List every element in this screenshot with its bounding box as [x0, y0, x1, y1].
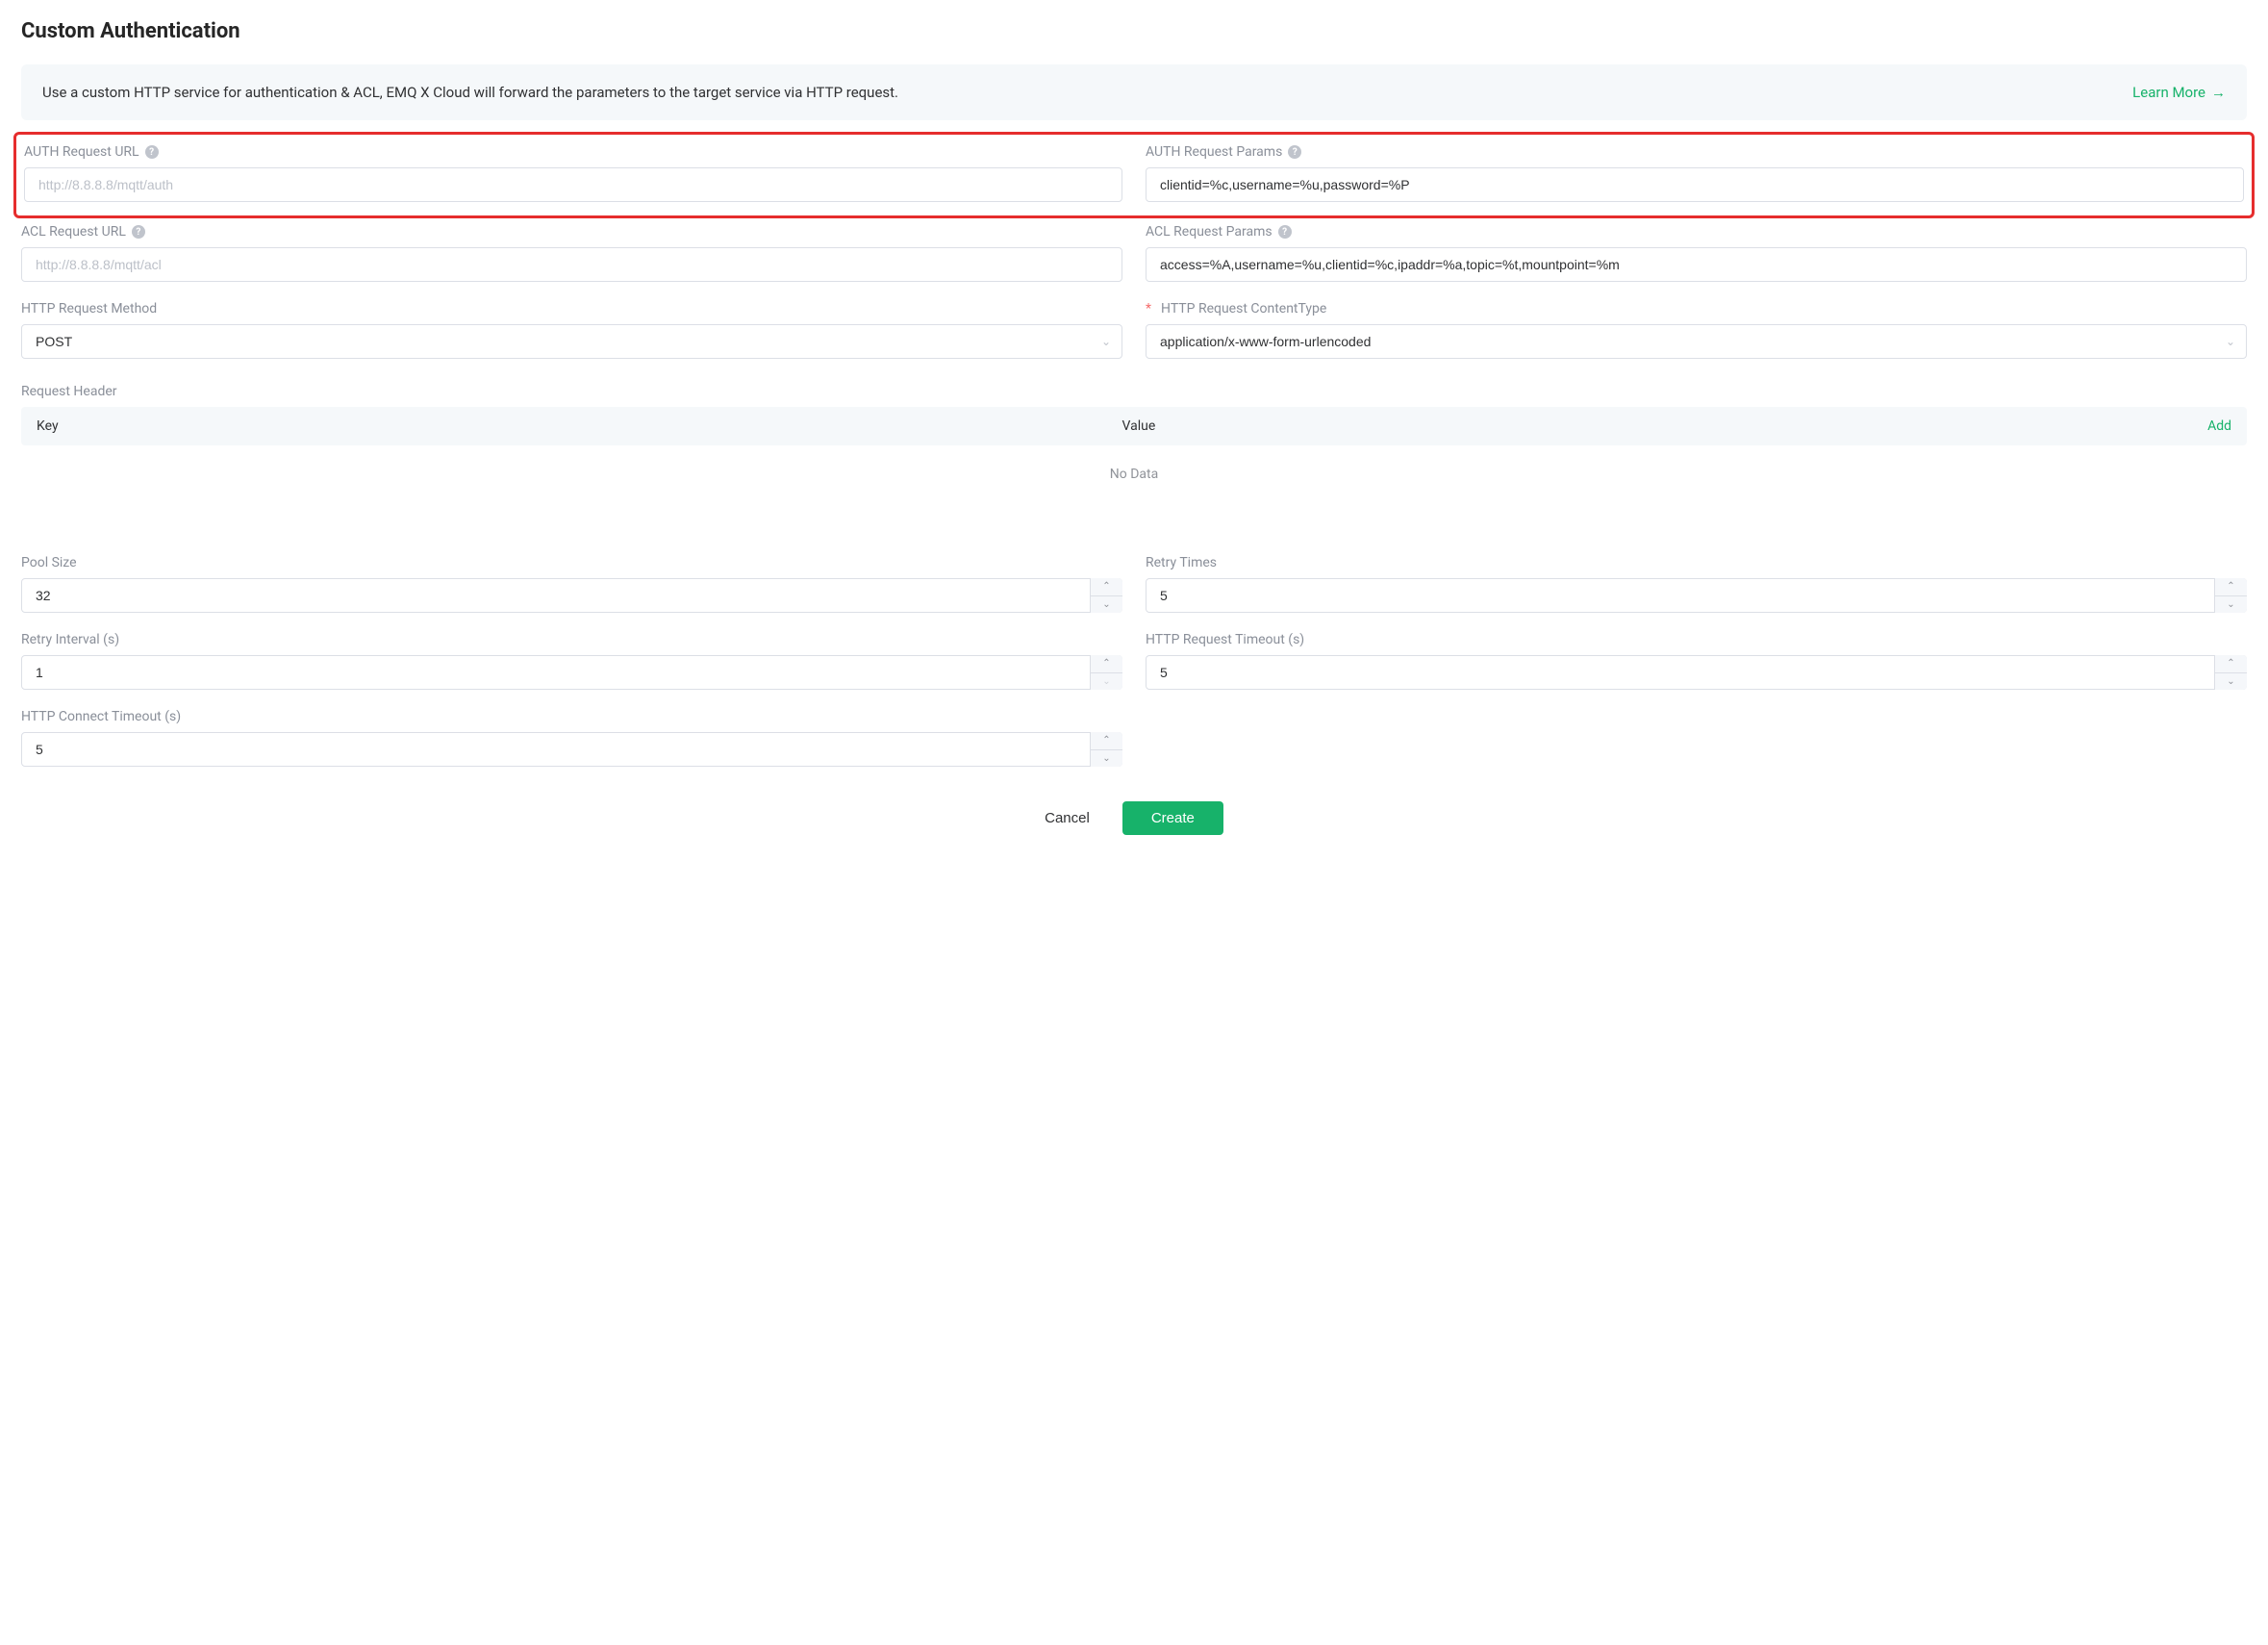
pool-size-input[interactable]: [21, 578, 1122, 613]
spinner-down-icon[interactable]: ⌄: [2215, 673, 2247, 691]
auth-params-label-text: AUTH Request Params: [1146, 144, 1282, 160]
request-header-label: Request Header: [21, 384, 2247, 399]
method-label: HTTP Request Method: [21, 301, 1122, 316]
add-header-button[interactable]: Add: [2207, 418, 2231, 434]
acl-params-label-text: ACL Request Params: [1146, 224, 1273, 240]
retry-interval-input[interactable]: [21, 655, 1122, 690]
pool-size-label: Pool Size: [21, 555, 1122, 570]
request-timeout-label-text: HTTP Request Timeout (s): [1146, 632, 1304, 647]
spinner-down-icon[interactable]: ⌄: [2215, 596, 2247, 614]
retry-interval-label: Retry Interval (s): [21, 632, 1122, 647]
request-timeout-label: HTTP Request Timeout (s): [1146, 632, 2247, 647]
acl-url-label-text: ACL Request URL: [21, 224, 126, 240]
acl-url-label: ACL Request URL ?: [21, 224, 1122, 240]
header-col-value: Value: [1122, 418, 2208, 434]
required-mark: *: [1146, 301, 1151, 316]
header-col-key: Key: [37, 418, 1122, 434]
connect-timeout-row: HTTP Connect Timeout (s) ⌃ ⌄: [21, 709, 2247, 767]
method-label-text: HTTP Request Method: [21, 301, 157, 316]
help-icon[interactable]: ?: [1278, 225, 1292, 239]
connect-timeout-input[interactable]: [21, 732, 1122, 767]
content-type-select[interactable]: [1146, 324, 2247, 359]
auth-url-label: AUTH Request URL ?: [24, 144, 1122, 160]
auth-url-input[interactable]: [24, 167, 1122, 202]
spinner-up-icon[interactable]: ⌃: [2215, 655, 2247, 673]
spinner-down-icon[interactable]: ⌄: [1091, 673, 1122, 691]
pool-retry-row: Pool Size ⌃ ⌄ Retry Times ⌃ ⌄: [21, 555, 2247, 613]
help-icon[interactable]: ?: [145, 145, 159, 159]
header-table-head: Key Value Add: [21, 407, 2247, 445]
spinner-up-icon[interactable]: ⌃: [1091, 732, 1122, 750]
help-icon[interactable]: ?: [132, 225, 145, 239]
content-type-label-text: HTTP Request ContentType: [1161, 301, 1326, 316]
spinner-down-icon[interactable]: ⌄: [1091, 750, 1122, 768]
method-select[interactable]: [21, 324, 1122, 359]
retry-times-input[interactable]: [1146, 578, 2247, 613]
page-title: Custom Authentication: [21, 19, 2247, 43]
spinner-up-icon[interactable]: ⌃: [2215, 578, 2247, 596]
learn-more-label: Learn More: [2132, 84, 2205, 101]
spinner-down-icon[interactable]: ⌄: [1091, 596, 1122, 614]
cancel-button[interactable]: Cancel: [1045, 810, 1090, 826]
retry-times-label: Retry Times: [1146, 555, 2247, 570]
connect-timeout-label-text: HTTP Connect Timeout (s): [21, 709, 181, 724]
acl-row: ACL Request URL ? ACL Request Params ?: [21, 224, 2247, 282]
arrow-right-icon: →: [2211, 84, 2226, 101]
form-actions: Cancel Create: [21, 801, 2247, 835]
connect-timeout-label: HTTP Connect Timeout (s): [21, 709, 1122, 724]
auth-row-highlight: AUTH Request URL ? AUTH Request Params ?: [13, 132, 2255, 218]
learn-more-link[interactable]: Learn More →: [2132, 84, 2226, 101]
acl-params-label: ACL Request Params ?: [1146, 224, 2247, 240]
pool-size-label-text: Pool Size: [21, 555, 77, 570]
content-type-label: * HTTP Request ContentType: [1146, 301, 2247, 316]
method-row: HTTP Request Method ⌄ * HTTP Request Con…: [21, 301, 2247, 359]
acl-url-input[interactable]: [21, 247, 1122, 282]
spinner-up-icon[interactable]: ⌃: [1091, 578, 1122, 596]
info-banner: Use a custom HTTP service for authentica…: [21, 64, 2247, 120]
interval-timeout-row: Retry Interval (s) ⌃ ⌄ HTTP Request Time…: [21, 632, 2247, 690]
retry-times-label-text: Retry Times: [1146, 555, 1217, 570]
help-icon[interactable]: ?: [1288, 145, 1301, 159]
header-no-data: No Data: [21, 445, 2247, 492]
request-timeout-input[interactable]: [1146, 655, 2247, 690]
info-banner-text: Use a custom HTTP service for authentica…: [42, 84, 898, 101]
retry-interval-label-text: Retry Interval (s): [21, 632, 119, 647]
acl-params-input[interactable]: [1146, 247, 2247, 282]
create-button[interactable]: Create: [1122, 801, 1223, 835]
auth-url-label-text: AUTH Request URL: [24, 144, 139, 160]
request-header-section: Request Header Key Value Add No Data: [21, 378, 2247, 492]
spinner-up-icon[interactable]: ⌃: [1091, 655, 1122, 673]
auth-params-input[interactable]: [1146, 167, 2244, 202]
auth-params-label: AUTH Request Params ?: [1146, 144, 2244, 160]
